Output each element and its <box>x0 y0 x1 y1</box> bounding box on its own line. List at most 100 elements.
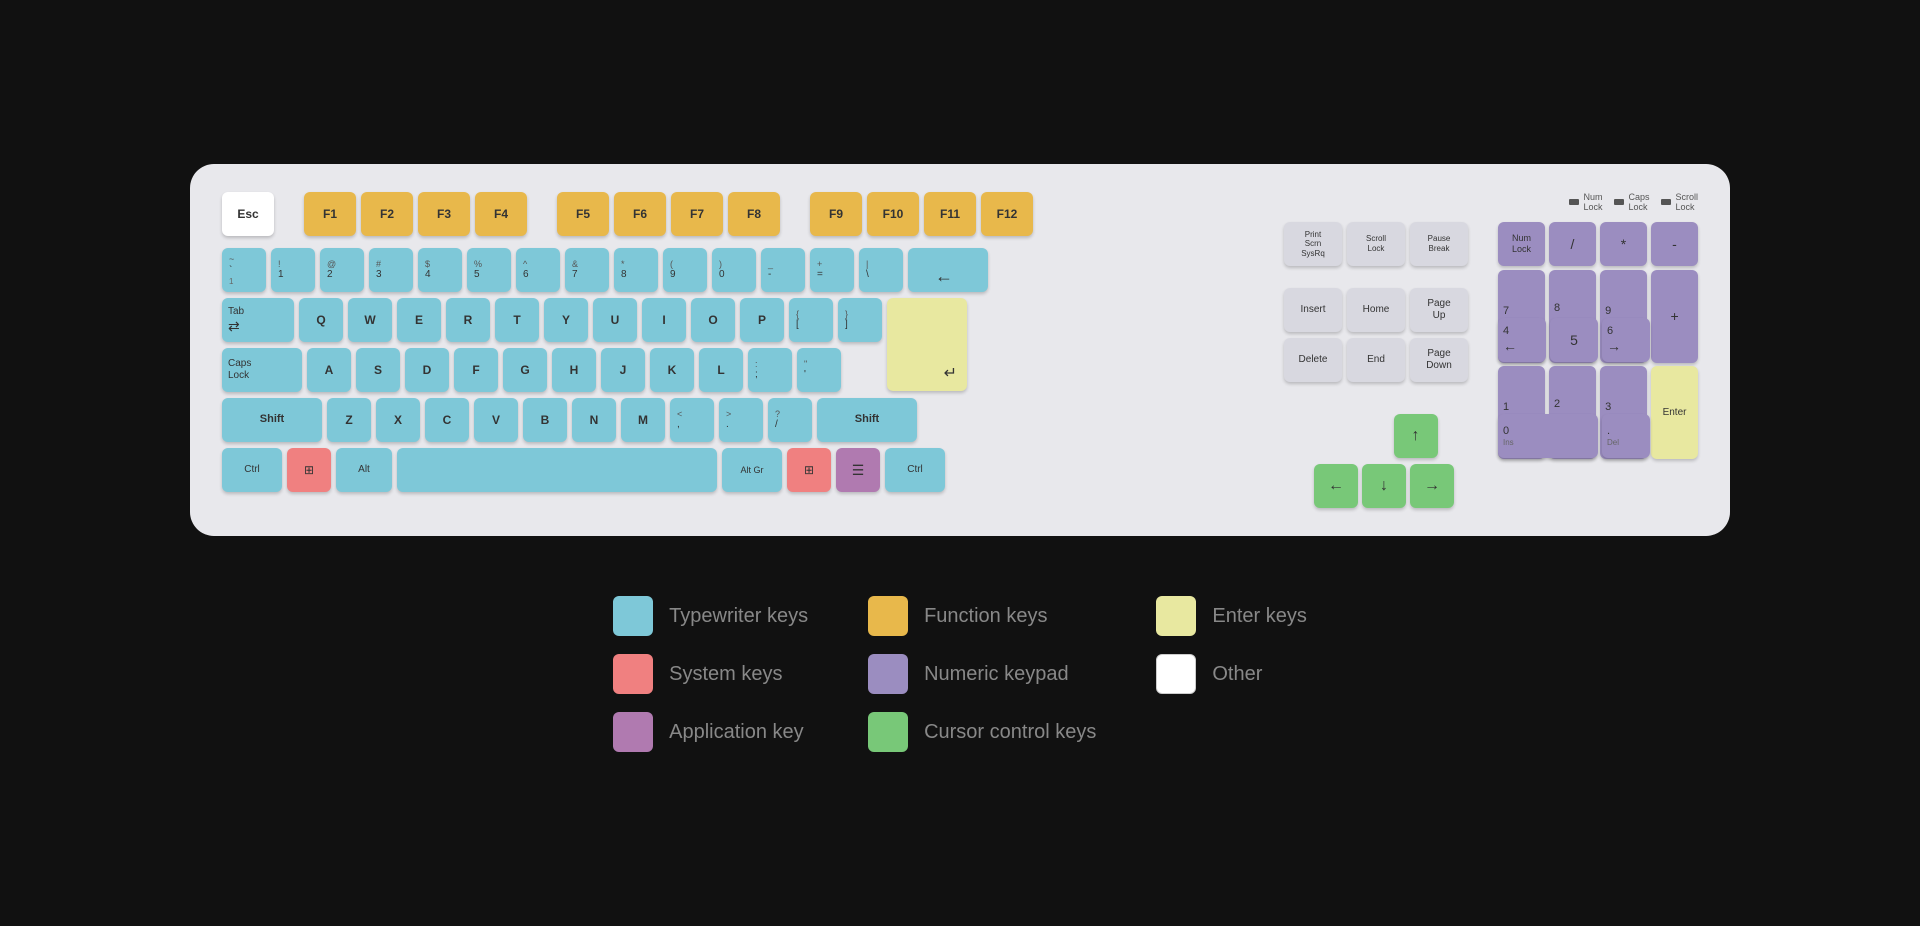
tilde-key[interactable]: ~ ` 1 <box>222 248 266 292</box>
numpad-enter-key[interactable]: Enter <box>1651 366 1698 459</box>
arrow-down-key[interactable]: ↓ <box>1362 464 1406 508</box>
w-key[interactable]: W <box>348 298 392 342</box>
9-key[interactable]: ( 9 <box>663 248 707 292</box>
j-key[interactable]: J <box>601 348 645 392</box>
7-key[interactable]: & 7 <box>565 248 609 292</box>
alt-left-key[interactable]: Alt <box>336 448 392 492</box>
1-key[interactable]: ! 1 <box>271 248 315 292</box>
f6-key[interactable]: F6 <box>614 192 666 236</box>
minus-key[interactable]: _ - <box>761 248 805 292</box>
8-key[interactable]: * 8 <box>614 248 658 292</box>
numpad-slash-key[interactable]: / <box>1549 222 1596 266</box>
3-key[interactable]: # 3 <box>369 248 413 292</box>
win-left-key[interactable]: ⊞ <box>287 448 331 492</box>
backspace-key[interactable]: ← <box>908 248 988 292</box>
f8-key[interactable]: F8 <box>728 192 780 236</box>
pagedown-key[interactable]: PageDown <box>1410 338 1468 382</box>
u-key[interactable]: U <box>593 298 637 342</box>
f3-key[interactable]: F3 <box>418 192 470 236</box>
b-key[interactable]: B <box>523 398 567 442</box>
pause-key[interactable]: PauseBreak <box>1410 222 1468 266</box>
f10-key[interactable]: F10 <box>867 192 919 236</box>
k-key[interactable]: K <box>650 348 694 392</box>
numlock-key[interactable]: NumLock <box>1498 222 1545 266</box>
f4-key[interactable]: F4 <box>475 192 527 236</box>
semicolon-key[interactable]: : ; <box>748 348 792 392</box>
end-key[interactable]: End <box>1347 338 1405 382</box>
rbracket-key[interactable]: } ] <box>838 298 882 342</box>
v-key[interactable]: V <box>474 398 518 442</box>
tab-key[interactable]: Tab ⇄ <box>222 298 294 342</box>
m-key[interactable]: M <box>621 398 665 442</box>
i-key[interactable]: I <box>642 298 686 342</box>
e-key[interactable]: E <box>397 298 441 342</box>
f11-key[interactable]: F11 <box>924 192 976 236</box>
shift-right-key[interactable]: Shift <box>817 398 917 442</box>
f1-key[interactable]: F1 <box>304 192 356 236</box>
0-key[interactable]: ) 0 <box>712 248 756 292</box>
function-label: Function keys <box>924 605 1047 628</box>
capslock-key[interactable]: Caps Lock <box>222 348 302 392</box>
r-key[interactable]: R <box>446 298 490 342</box>
n-key[interactable]: N <box>572 398 616 442</box>
5-key[interactable]: % 5 <box>467 248 511 292</box>
enter-key[interactable]: ↵ <box>887 298 967 391</box>
numpad-5-key[interactable]: 5 <box>1550 318 1598 362</box>
numpad-minus-key[interactable]: - <box>1651 222 1698 266</box>
c-key[interactable]: C <box>425 398 469 442</box>
s-key[interactable]: S <box>356 348 400 392</box>
space-key[interactable] <box>397 448 717 492</box>
equals-key[interactable]: + = <box>810 248 854 292</box>
lbracket-key[interactable]: { [ <box>789 298 833 342</box>
scrolllock-key[interactable]: ScrollLock <box>1347 222 1405 266</box>
numpad-plus-key[interactable]: + <box>1651 270 1698 363</box>
f5-key[interactable]: F5 <box>557 192 609 236</box>
6-key[interactable]: ^ 6 <box>516 248 560 292</box>
g-key[interactable]: G <box>503 348 547 392</box>
f12-key[interactable]: F12 <box>981 192 1033 236</box>
x-key[interactable]: X <box>376 398 420 442</box>
f-key[interactable]: F <box>454 348 498 392</box>
quote-key[interactable]: " ' <box>797 348 841 392</box>
o-key[interactable]: O <box>691 298 735 342</box>
4-key[interactable]: $ 4 <box>418 248 462 292</box>
numpad-dot-key[interactable]: . Del <box>1602 414 1650 458</box>
app-key[interactable]: ☰ <box>836 448 880 492</box>
arrow-up-key[interactable]: ↑ <box>1394 414 1438 458</box>
pageup-key[interactable]: PageUp <box>1410 288 1468 332</box>
numpad-asterisk-key[interactable]: * <box>1600 222 1647 266</box>
home-key[interactable]: Home <box>1347 288 1405 332</box>
insert-key[interactable]: Insert <box>1284 288 1342 332</box>
numpad-6-key[interactable]: 6 → <box>1602 318 1650 362</box>
win-right-key[interactable]: ⊞ <box>787 448 831 492</box>
arrow-right-key[interactable]: → <box>1410 464 1454 508</box>
esc-key[interactable]: Esc <box>222 192 274 236</box>
ctrl-left-key[interactable]: Ctrl <box>222 448 282 492</box>
p-key[interactable]: P <box>740 298 784 342</box>
altgr-key[interactable]: Alt Gr <box>722 448 782 492</box>
comma-key[interactable]: < , <box>670 398 714 442</box>
a-key[interactable]: A <box>307 348 351 392</box>
d-key[interactable]: D <box>405 348 449 392</box>
shift-left-key[interactable]: Shift <box>222 398 322 442</box>
keyboard-container: Esc F1 F2 F3 F4 F5 F6 F7 F8 F9 F10 F11 F… <box>190 164 1730 536</box>
q-key[interactable]: Q <box>299 298 343 342</box>
t-key[interactable]: T <box>495 298 539 342</box>
l-key[interactable]: L <box>699 348 743 392</box>
slash-key[interactable]: ? / <box>768 398 812 442</box>
ctrl-right-key[interactable]: Ctrl <box>885 448 945 492</box>
delete-key[interactable]: Delete <box>1284 338 1342 382</box>
f2-key[interactable]: F2 <box>361 192 413 236</box>
numpad-0-key[interactable]: 0 Ins <box>1498 414 1598 458</box>
printscreen-key[interactable]: PrintScrnSysRq <box>1284 222 1342 266</box>
arrow-left-key[interactable]: ← <box>1314 464 1358 508</box>
y-key[interactable]: Y <box>544 298 588 342</box>
period-key[interactable]: > . <box>719 398 763 442</box>
f7-key[interactable]: F7 <box>671 192 723 236</box>
backslash-key[interactable]: | \ <box>859 248 903 292</box>
h-key[interactable]: H <box>552 348 596 392</box>
2-key[interactable]: @ 2 <box>320 248 364 292</box>
z-key[interactable]: Z <box>327 398 371 442</box>
numpad-4-key[interactable]: 4 ← <box>1498 318 1546 362</box>
f9-key[interactable]: F9 <box>810 192 862 236</box>
